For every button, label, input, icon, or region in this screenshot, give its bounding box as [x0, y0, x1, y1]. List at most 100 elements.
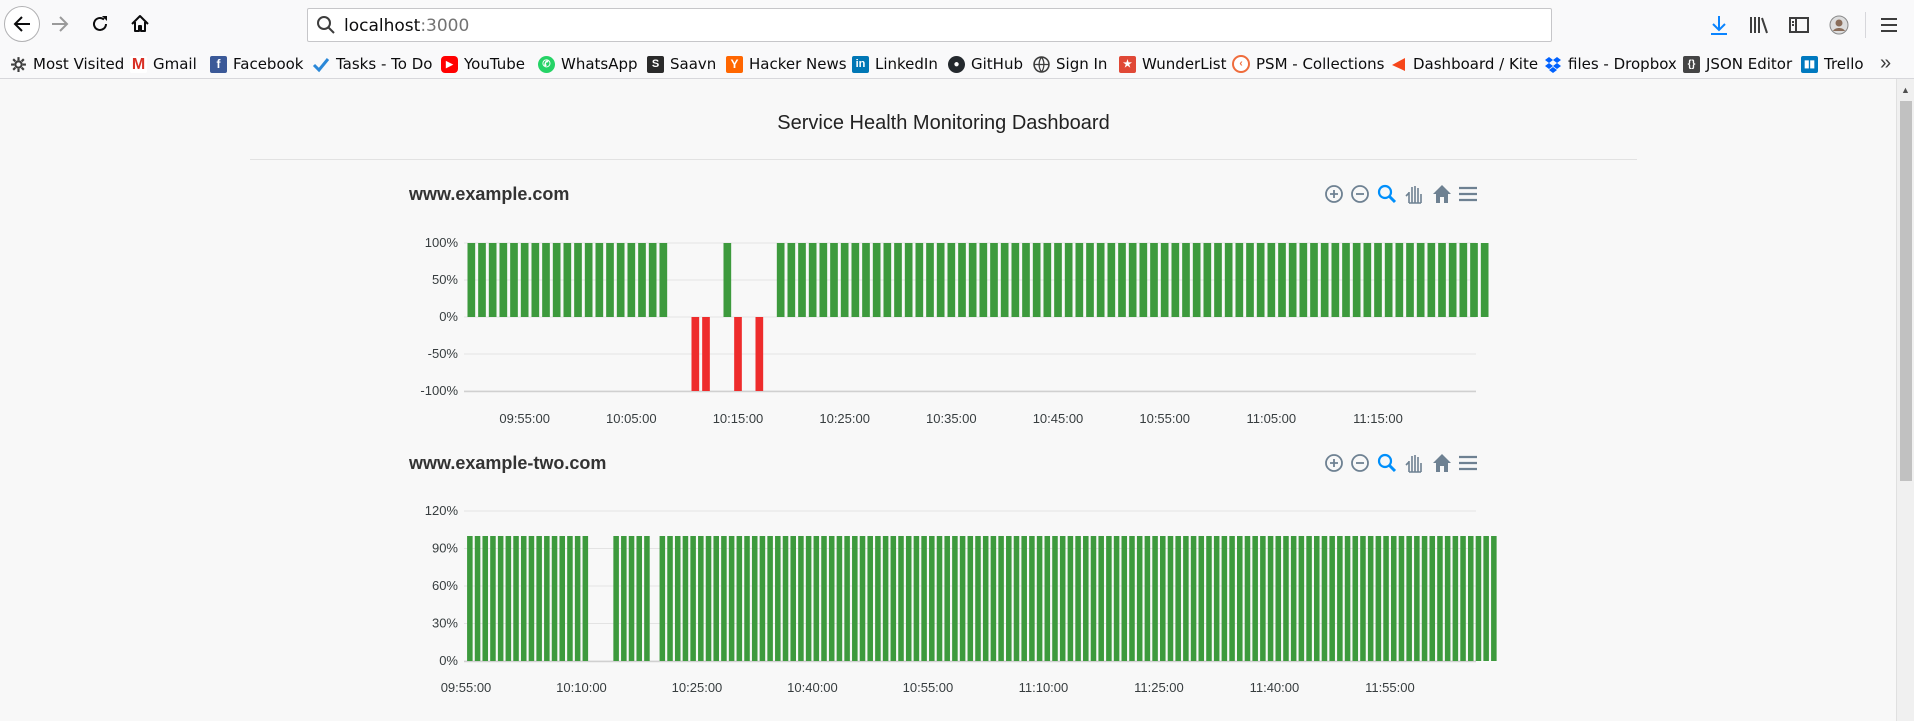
library-button[interactable] — [1744, 10, 1774, 40]
zoom-selection-icon[interactable] — [1376, 452, 1398, 474]
bar-up — [1175, 536, 1181, 661]
y-tick-label: -100% — [420, 383, 458, 398]
bar-up — [563, 243, 572, 317]
bar-up — [1367, 536, 1374, 661]
bookmark-youtube[interactable]: ▶ YouTube — [441, 54, 525, 74]
x-tick-label: 10:40:00 — [787, 680, 838, 695]
bar-up — [1244, 536, 1251, 661]
bookmark-label: GitHub — [971, 55, 1023, 73]
sidebar-button[interactable] — [1784, 10, 1814, 40]
home-icon — [131, 15, 149, 32]
bookmark-wunderlist[interactable]: ★ WunderList — [1119, 54, 1226, 74]
reset-home-icon[interactable] — [1431, 183, 1453, 205]
bar-up — [723, 243, 732, 317]
url-bar[interactable]: localhost:3000 — [307, 8, 1552, 42]
bar-up — [1390, 536, 1397, 661]
bar-up — [490, 536, 496, 661]
x-tick-label: 11:05:00 — [1247, 411, 1297, 426]
bar-up — [862, 243, 870, 317]
hamburger-menu-icon — [1881, 18, 1897, 32]
back-button[interactable] — [4, 6, 40, 42]
vertical-scrollbar[interactable]: ▲ — [1896, 79, 1914, 721]
bar-up — [520, 243, 529, 317]
bar-up — [478, 243, 486, 317]
bar-up — [1283, 536, 1289, 661]
bar-up — [1206, 536, 1212, 661]
downloads-button[interactable] — [1704, 10, 1734, 40]
scrollbar-thumb[interactable] — [1900, 101, 1912, 481]
bar-up — [510, 243, 518, 317]
bar-up — [636, 536, 643, 661]
bookmark-label: files - Dropbox — [1568, 55, 1677, 73]
bookmark-files-dropbox[interactable]: files - Dropbox — [1544, 54, 1677, 74]
bookmark-gmail[interactable]: M Gmail — [130, 54, 197, 74]
bar-up — [488, 243, 497, 317]
bar-up — [808, 243, 817, 317]
bar-up — [979, 243, 988, 317]
chart-title: www.example-two.com — [409, 453, 607, 473]
bar-up — [890, 536, 897, 661]
bookmark-most-visited[interactable]: Most Visited — [10, 54, 124, 74]
pan-hand-icon[interactable] — [1403, 183, 1425, 205]
bar-up — [1192, 243, 1201, 317]
chart-menu-icon[interactable] — [1457, 452, 1479, 474]
bar-up — [1360, 536, 1366, 661]
zoom-in-icon[interactable] — [1323, 183, 1345, 205]
bar-up — [982, 536, 989, 661]
bar-up — [1118, 243, 1126, 317]
x-tick-label: 10:55:00 — [903, 680, 954, 695]
bar-up — [1395, 243, 1404, 317]
forward-button[interactable] — [44, 8, 76, 40]
bookmark-tasks-to-do[interactable]: Tasks - To Do — [312, 54, 432, 74]
bar-up — [721, 536, 727, 661]
chart-menu-icon[interactable] — [1457, 183, 1479, 205]
x-tick-label: 10:35:00 — [926, 411, 977, 426]
bookmark-linkedin[interactable]: in LinkedIn — [852, 54, 938, 74]
bookmark-sign-in[interactable]: Sign In — [1033, 54, 1107, 74]
bar-up — [1320, 243, 1329, 317]
bar-up — [913, 536, 920, 661]
bookmark-trello[interactable]: ▮▮ Trello — [1801, 54, 1864, 74]
reset-home-icon[interactable] — [1431, 452, 1453, 474]
avatar-icon — [1829, 15, 1849, 35]
bar-up — [926, 243, 934, 317]
bar-up — [1167, 536, 1174, 661]
bar-up — [1383, 536, 1389, 661]
bookmark-psm-collections[interactable]: ‹ PSM - Collections — [1232, 54, 1384, 74]
bar-up — [958, 243, 966, 317]
home-button[interactable] — [124, 8, 156, 40]
scroll-up-arrow-icon[interactable]: ▲ — [1901, 85, 1910, 95]
pan-hand-icon[interactable] — [1403, 452, 1425, 474]
bar-down — [734, 317, 742, 391]
bar-up — [1256, 243, 1265, 317]
bookmarks-overflow-chevron-icon[interactable]: » — [1880, 52, 1891, 75]
bookmark-dashboard-kite[interactable]: Dashboard / Kite — [1389, 54, 1538, 74]
bar-down — [702, 317, 710, 391]
bar-up — [544, 536, 550, 661]
zoom-selection-icon[interactable] — [1376, 183, 1398, 205]
zoom-in-icon[interactable] — [1323, 452, 1345, 474]
saavn-icon: S — [647, 55, 664, 73]
zoom-out-icon[interactable] — [1349, 452, 1371, 474]
account-button[interactable] — [1824, 10, 1854, 40]
bar-up — [759, 536, 766, 661]
bookmark-github[interactable]: ● GitHub — [948, 54, 1023, 74]
bar-up — [776, 243, 785, 317]
bar-up — [713, 536, 719, 661]
bar-up — [659, 243, 668, 317]
title-divider — [250, 159, 1637, 160]
bookmark-hacker-news[interactable]: Y Hacker News — [726, 54, 847, 74]
menu-button[interactable] — [1874, 10, 1904, 40]
bookmark-saavn[interactable]: S Saavn — [647, 54, 716, 74]
bar-up — [898, 536, 904, 661]
reload-button[interactable] — [84, 8, 116, 40]
bar-up — [1064, 243, 1073, 317]
bar-up — [627, 243, 636, 317]
bar-up — [1183, 536, 1189, 661]
bar-up — [844, 536, 850, 661]
bar-up — [1344, 536, 1351, 661]
bookmark-json-editor[interactable]: {} JSON Editor — [1683, 54, 1792, 74]
bookmark-facebook[interactable]: f Facebook — [210, 54, 303, 74]
zoom-out-icon[interactable] — [1349, 183, 1371, 205]
bookmark-whatsapp[interactable]: ✆ WhatsApp — [538, 54, 638, 74]
